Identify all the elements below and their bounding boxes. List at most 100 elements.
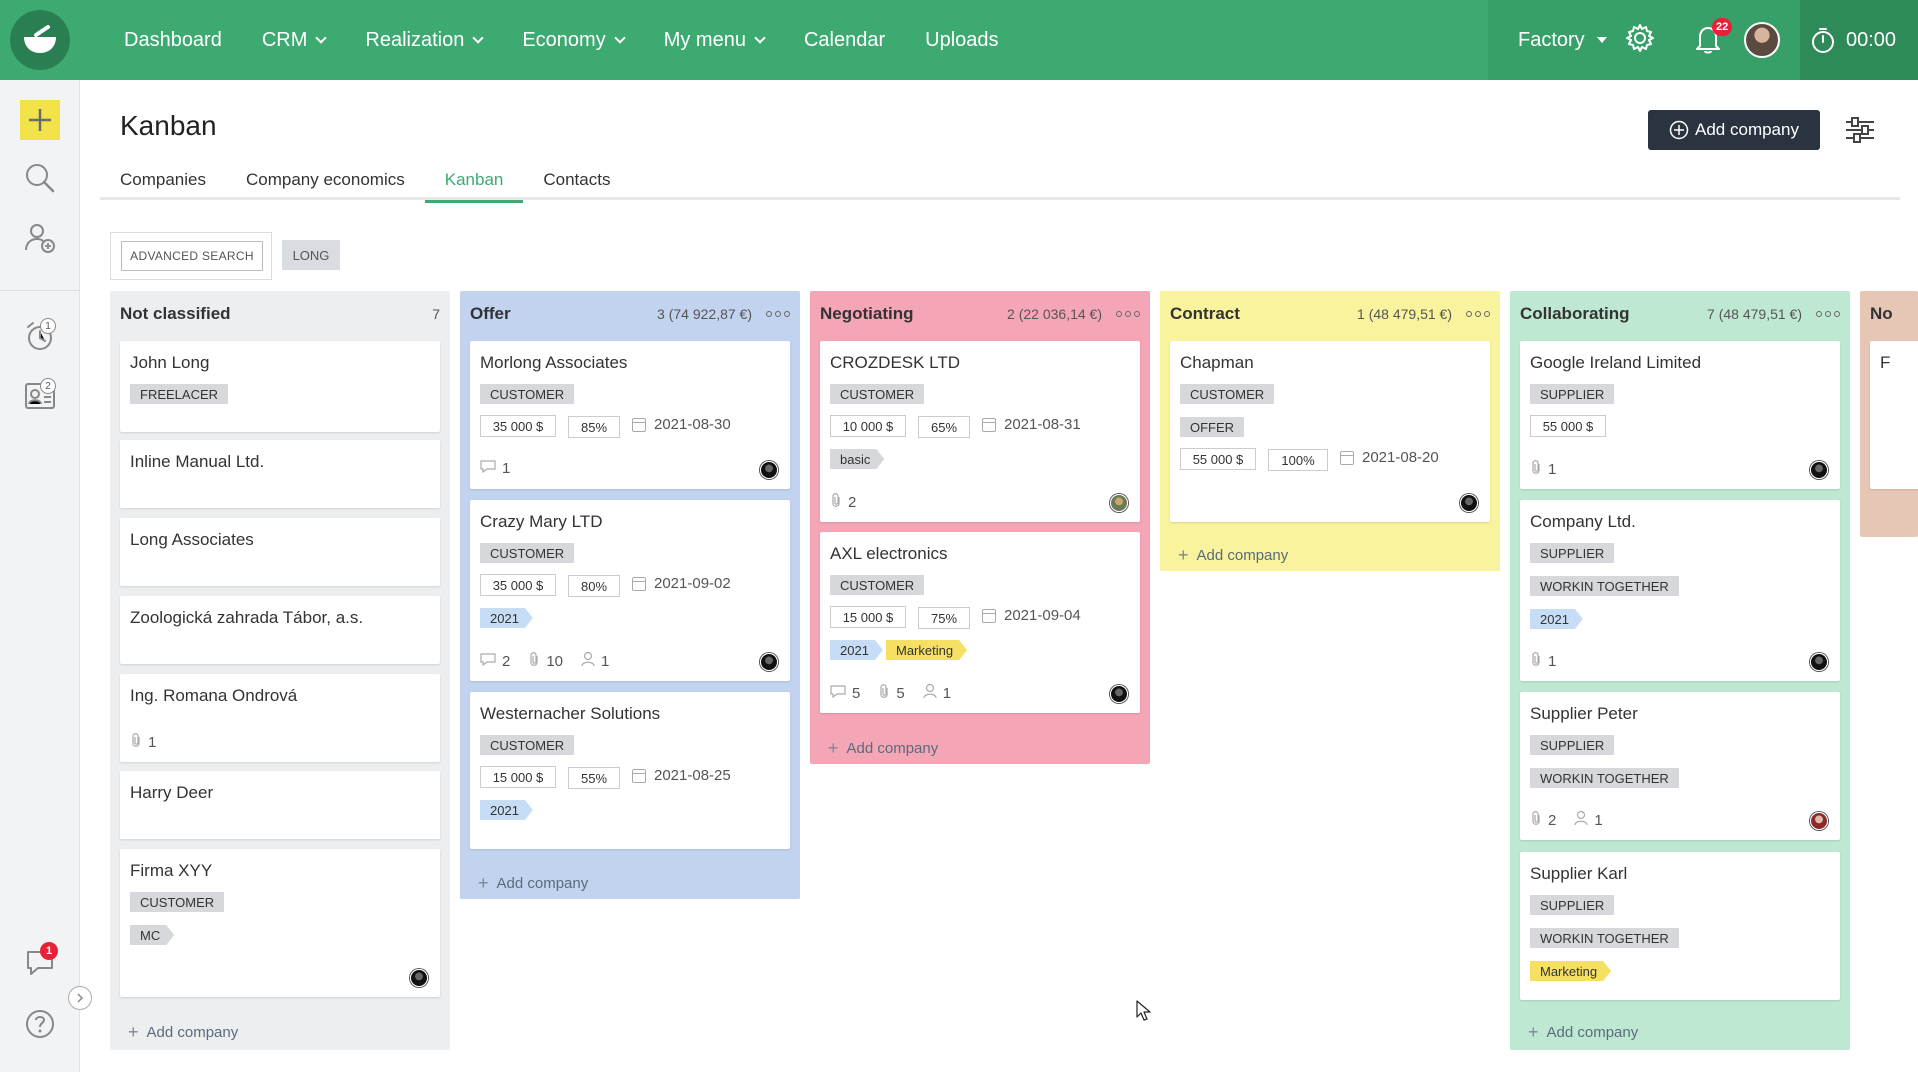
column-add-company-link[interactable]: + Add company: [478, 873, 588, 894]
card-company-name[interactable]: Westernacher Solutions: [480, 704, 660, 724]
company-card[interactable]: Firma XYY CUSTOMER MC: [120, 849, 440, 997]
gear-icon[interactable]: [1624, 22, 1656, 54]
more-options-icon[interactable]: [766, 311, 790, 317]
company-card[interactable]: Harry Deer: [120, 771, 440, 839]
company-card[interactable]: Supplier Karl SUPPLIER WORKIN TOGETHER Mark…: [1520, 852, 1840, 1000]
add-company-button[interactable]: Add company: [1648, 110, 1820, 150]
nav-my-menu[interactable]: My menu: [644, 29, 784, 52]
plus-icon: +: [1528, 1022, 1539, 1042]
time-tracker[interactable]: 00:00: [1800, 0, 1918, 80]
nav-dashboard[interactable]: Dashboard: [104, 29, 242, 52]
add-contact-icon[interactable]: [24, 222, 56, 254]
card-company-name[interactable]: Company Ltd.: [1530, 512, 1636, 532]
company-card[interactable]: AXL electronics CUSTOMER 15 000 $ 75% 2021-0…: [820, 532, 1140, 713]
company-card[interactable]: Long Associates: [120, 518, 440, 586]
assignee-avatar[interactable]: [1110, 685, 1128, 703]
company-card[interactable]: Chapman CUSTOMER OFFER 55 000 $ 100% 2021-08-…: [1170, 341, 1490, 522]
company-card[interactable]: Zoologická zahrada Tábor, a.s.: [120, 596, 440, 664]
add-company-label: Add company: [496, 875, 589, 892]
assignee-avatar[interactable]: [760, 461, 778, 479]
assignee-avatar[interactable]: [760, 653, 778, 671]
assignee-avatar[interactable]: [1460, 494, 1478, 512]
sidebar-collapse-button[interactable]: [68, 986, 92, 1010]
company-card[interactable]: Supplier Peter SUPPLIER WORKIN TOGETHER 2 1: [1520, 692, 1840, 840]
plus-icon: [29, 109, 51, 131]
year-label: 2021: [480, 800, 533, 820]
company-card[interactable]: CROZDESK LTD CUSTOMER 10 000 $ 65% 2021-08-3…: [820, 341, 1140, 522]
company-card[interactable]: John Long FREELACER: [120, 341, 440, 432]
user-avatar[interactable]: [1744, 22, 1780, 58]
card-company-name[interactable]: CROZDESK LTD: [830, 353, 960, 373]
card-company-name[interactable]: Morlong Associates: [480, 353, 627, 373]
card-company-name[interactable]: Google Ireland Limited: [1530, 353, 1701, 373]
card-company-name[interactable]: Supplier Peter: [1530, 704, 1638, 724]
category-tag: SUPPLIER: [1530, 384, 1615, 404]
filter-tag[interactable]: LONG: [282, 240, 340, 270]
nav-uploads[interactable]: Uploads: [905, 29, 1018, 52]
assignee-avatar[interactable]: [1810, 812, 1828, 830]
card-company-name[interactable]: Harry Deer: [130, 783, 213, 803]
company-card[interactable]: Crazy Mary LTD CUSTOMER 35 000 $ 80% 2021-09…: [470, 500, 790, 681]
column-add-company-link[interactable]: + Add company: [1178, 545, 1288, 566]
tab-kanban[interactable]: Kanban: [424, 166, 524, 203]
company-card[interactable]: F: [1870, 341, 1918, 489]
assignee-avatar[interactable]: [1810, 461, 1828, 479]
more-options-icon[interactable]: [1816, 311, 1840, 317]
company-card[interactable]: Morlong Associates CUSTOMER 35 000 $ 85% 202…: [470, 341, 790, 489]
chevron-down-icon: [315, 32, 328, 44]
card-company-name[interactable]: Zoologická zahrada Tábor, a.s.: [130, 608, 363, 628]
company-card[interactable]: Google Ireland Limited SUPPLIER 55 000 $ 1: [1520, 341, 1840, 489]
help-icon[interactable]: [24, 1008, 56, 1040]
nav-realization[interactable]: Realization: [345, 29, 502, 52]
tab-company-economics[interactable]: Company economics: [226, 166, 425, 200]
calendar-icon: [982, 417, 996, 432]
calendar-icon: [632, 768, 646, 783]
company-card[interactable]: Ing. Romana Ondrová 1: [120, 674, 440, 762]
factory-selector[interactable]: Factory: [1518, 29, 1607, 52]
app-logo[interactable]: [10, 10, 70, 70]
company-card[interactable]: Company Ltd. SUPPLIER WORKIN TOGETHER 2021 1: [1520, 500, 1840, 681]
kanban-column: Negotiating 2 (22 036,14 €) CROZDESK LTD CU…: [810, 291, 1150, 764]
card-company-name[interactable]: John Long: [130, 353, 209, 373]
search-icon[interactable]: [24, 162, 56, 194]
contacts-badge: 2: [40, 378, 56, 394]
tab-companies[interactable]: Companies: [100, 166, 226, 200]
card-company-name[interactable]: Long Associates: [130, 530, 254, 550]
plus-circle-icon: [1669, 120, 1689, 140]
more-options-icon[interactable]: [1116, 311, 1140, 317]
person-icon: [581, 651, 595, 671]
advanced-search-button[interactable]: ADVANCED SEARCH: [121, 241, 263, 271]
tab-contacts[interactable]: Contacts: [523, 166, 630, 200]
nav-crm[interactable]: CRM: [242, 29, 346, 52]
card-company-name[interactable]: Crazy Mary LTD: [480, 512, 602, 532]
column-summary: 7: [432, 306, 440, 322]
company-card[interactable]: Westernacher Solutions CUSTOMER 15 000 $ 55…: [470, 692, 790, 849]
year-label: 2021: [1530, 609, 1583, 629]
company-card[interactable]: Inline Manual Ltd.: [120, 440, 440, 508]
nav-calendar[interactable]: Calendar: [784, 29, 905, 52]
card-company-name[interactable]: Ing. Romana Ondrová: [130, 686, 297, 706]
card-company-name[interactable]: AXL electronics: [830, 544, 947, 564]
calendar-icon: [1340, 450, 1354, 465]
plus-icon: +: [1178, 545, 1189, 565]
reminders-badge: 1: [40, 318, 56, 334]
deal-date: 2021-08-25: [632, 767, 731, 784]
column-add-company-link[interactable]: + Add company: [1528, 1022, 1638, 1043]
column-add-company-link[interactable]: + Add company: [828, 738, 938, 759]
column-count: 7: [432, 306, 440, 322]
card-company-name[interactable]: Supplier Karl: [1530, 864, 1627, 884]
card-company-name[interactable]: F: [1880, 353, 1890, 373]
comment-icon: [830, 684, 846, 702]
more-options-icon[interactable]: [1466, 311, 1490, 317]
nav-economy[interactable]: Economy: [502, 29, 643, 52]
filter-settings-icon[interactable]: [1844, 114, 1876, 146]
quick-add-button[interactable]: [20, 100, 60, 140]
column-add-company-link[interactable]: + Add company: [128, 1022, 238, 1043]
assignee-avatar[interactable]: [1810, 653, 1828, 671]
card-company-name[interactable]: Chapman: [1180, 353, 1254, 373]
card-company-name[interactable]: Firma XYY: [130, 861, 212, 881]
add-company-label: Add company: [146, 1024, 239, 1041]
card-company-name[interactable]: Inline Manual Ltd.: [130, 452, 264, 472]
assignee-avatar[interactable]: [410, 969, 428, 987]
assignee-avatar[interactable]: [1110, 494, 1128, 512]
